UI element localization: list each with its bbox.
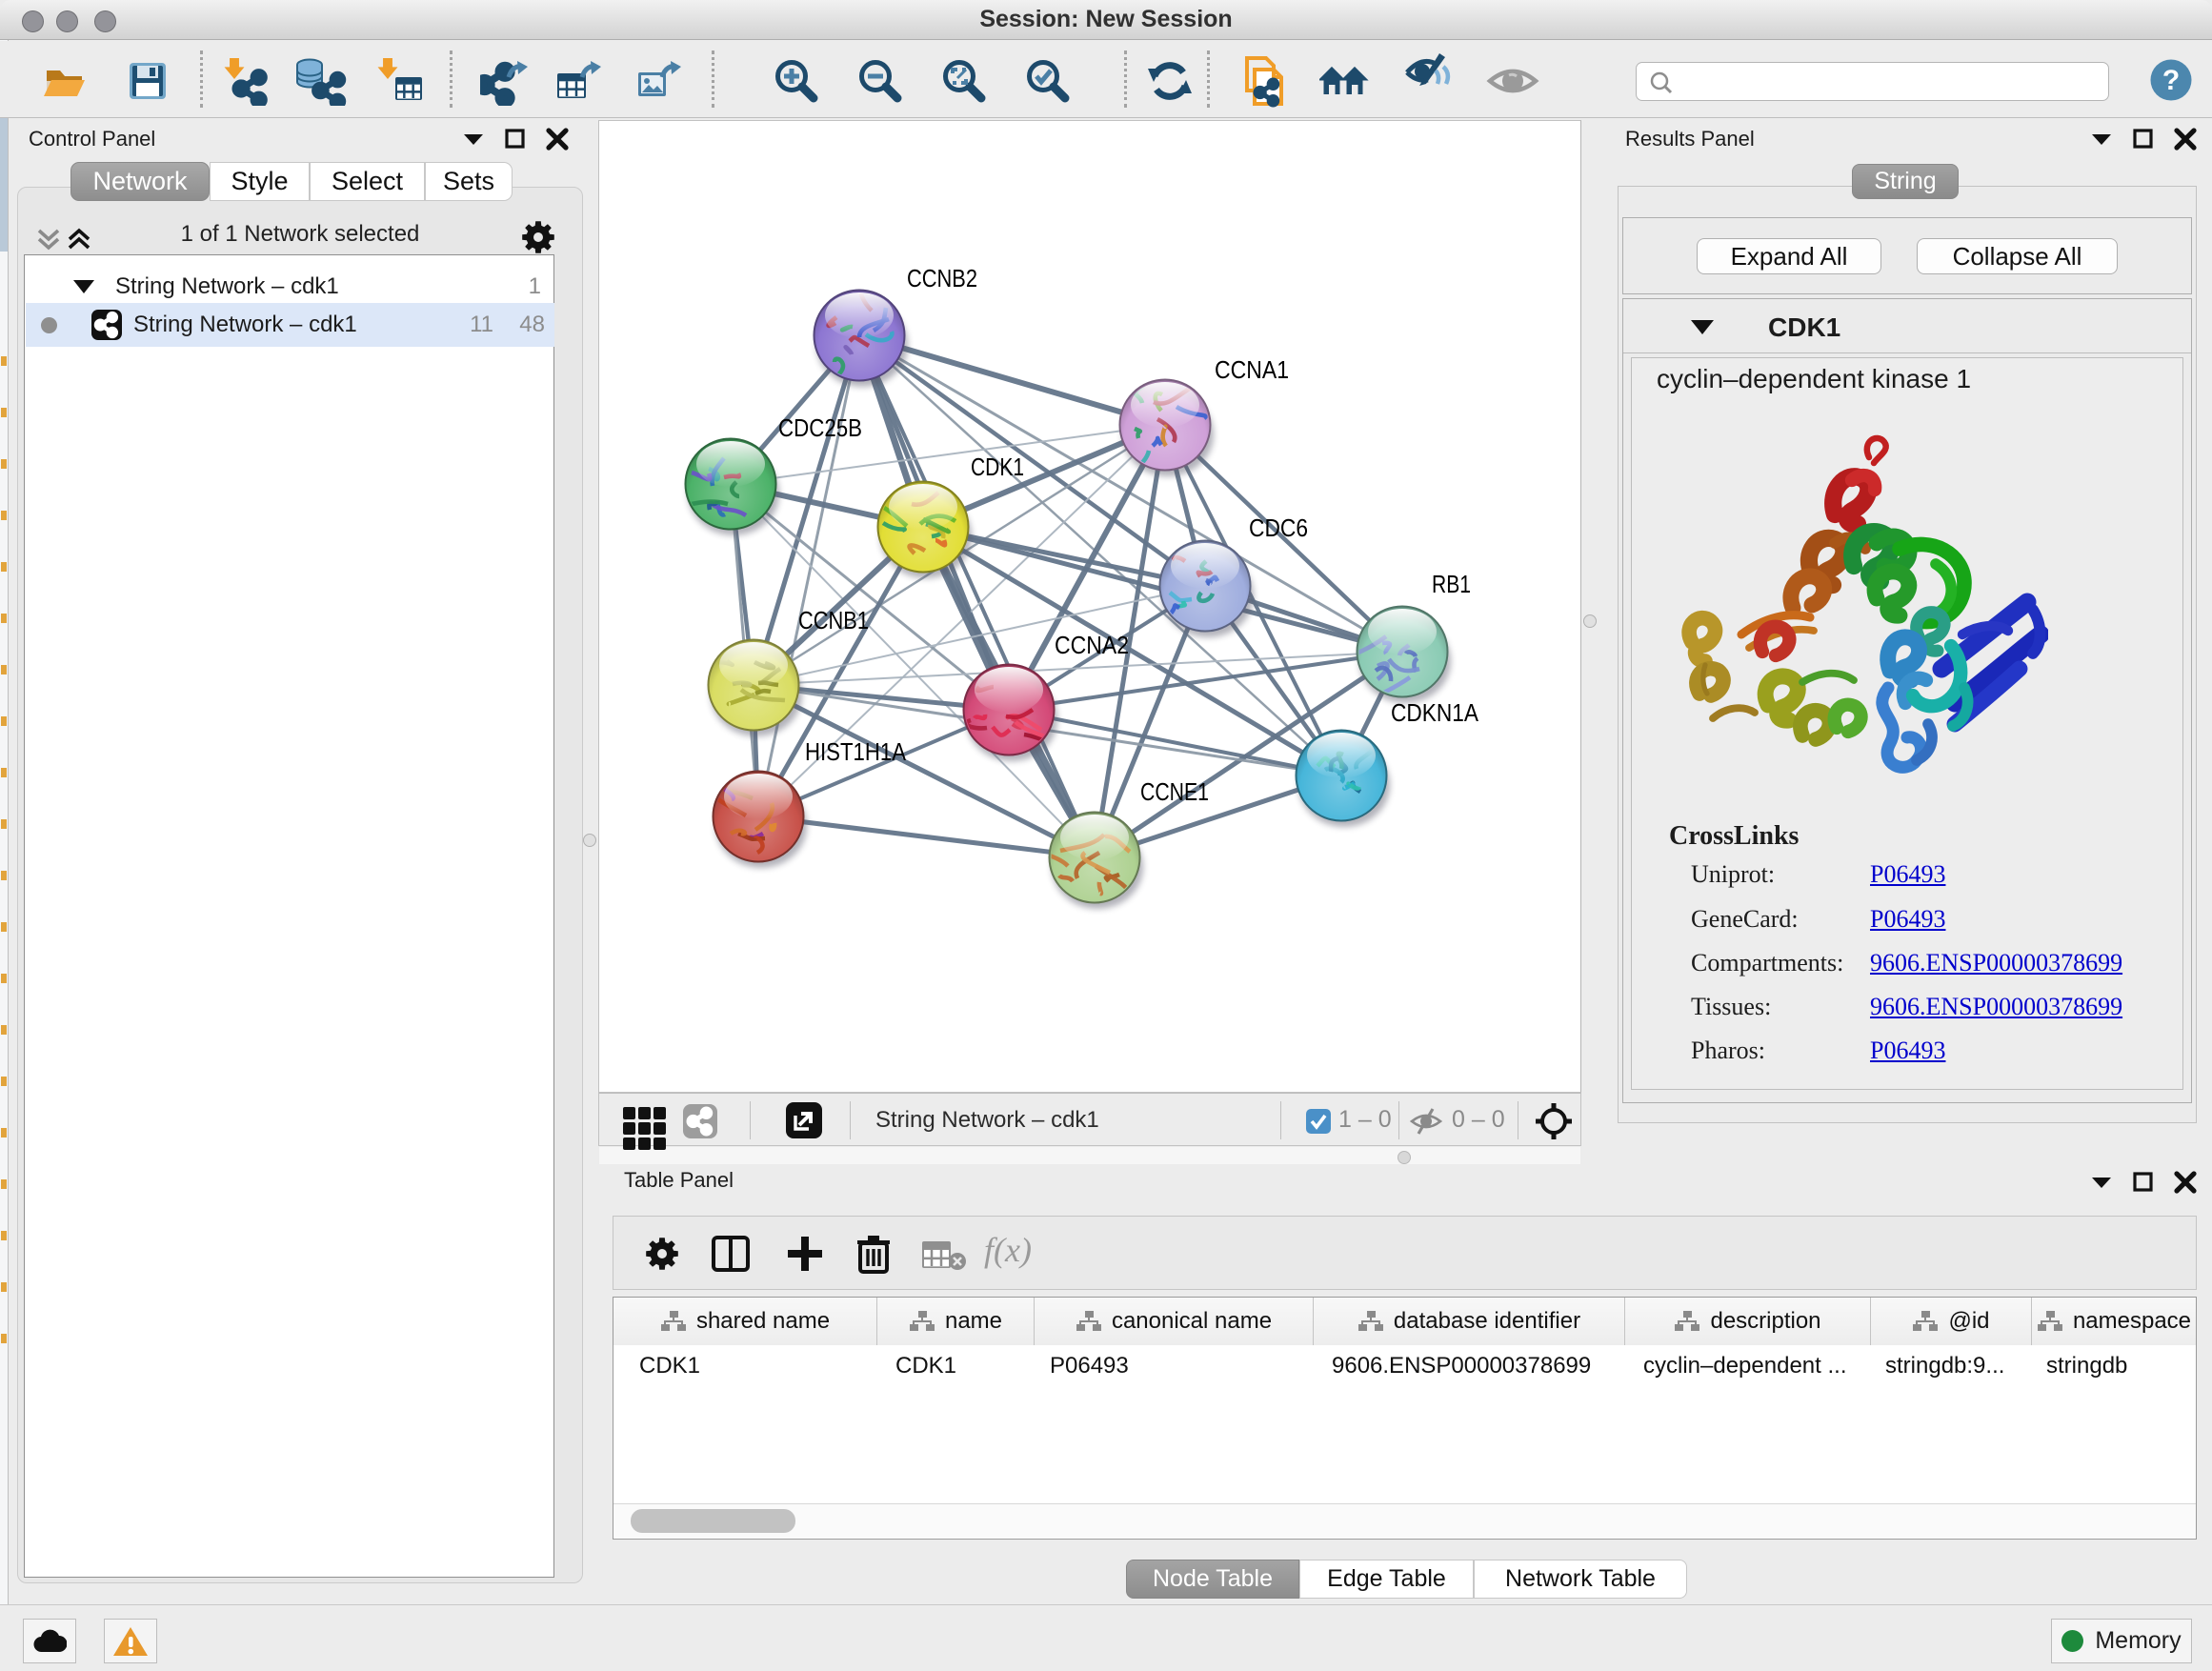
svg-text:CCNA2: CCNA2 <box>1055 631 1129 659</box>
svg-text:CCNA1: CCNA1 <box>1215 355 1289 384</box>
svg-text:CCNE1: CCNE1 <box>1140 777 1209 806</box>
svg-text:CCNB1: CCNB1 <box>798 606 869 634</box>
svg-text:CDKN1A: CDKN1A <box>1391 698 1479 727</box>
svg-text:?: ? <box>2162 65 2180 96</box>
svg-text:CDK1: CDK1 <box>971 453 1024 481</box>
svg-text:HIST1H1A: HIST1H1A <box>805 737 907 766</box>
svg-text:CDC6: CDC6 <box>1249 513 1308 542</box>
svg-text:CDC25B: CDC25B <box>778 413 862 442</box>
svg-text:CCNB2: CCNB2 <box>907 264 977 292</box>
svg-text:RB1: RB1 <box>1432 570 1471 598</box>
